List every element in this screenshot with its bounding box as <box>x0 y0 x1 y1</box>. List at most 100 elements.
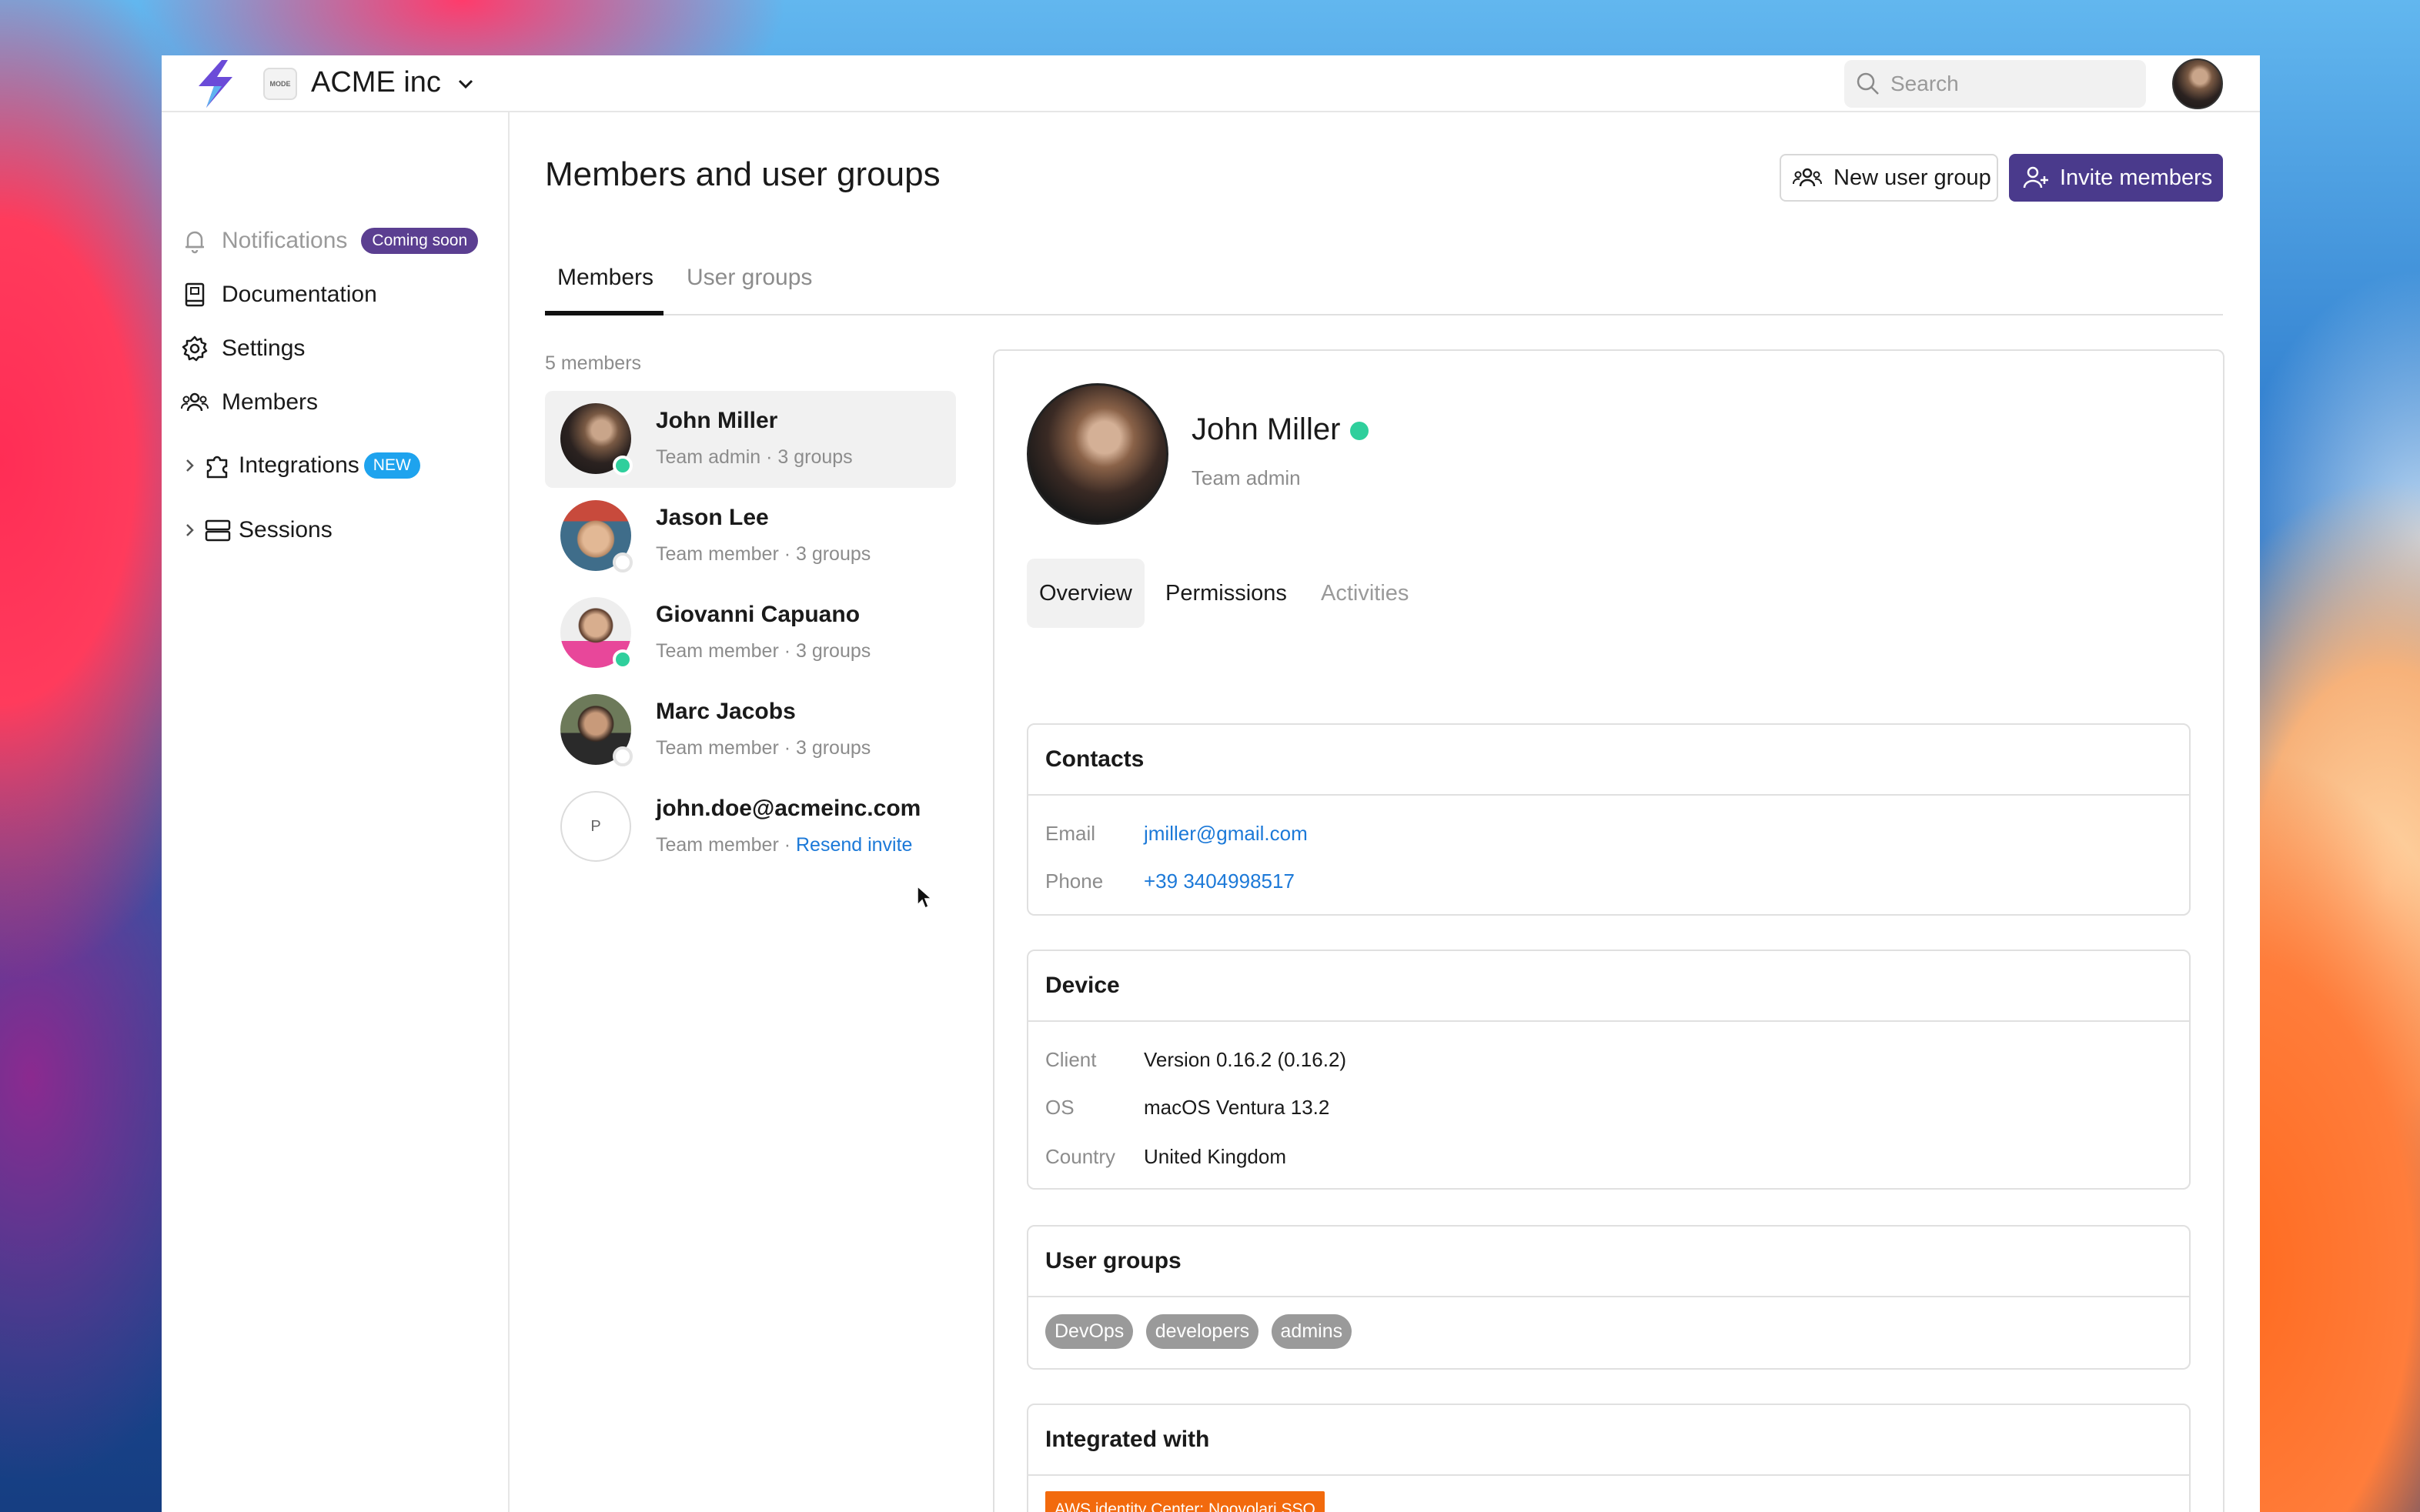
member-row-john-miller[interactable]: John Miller Team admin · 3 groups <box>545 391 956 488</box>
chevron-right-icon[interactable] <box>180 521 199 539</box>
status-online-dot <box>1350 422 1369 440</box>
card-title: User groups <box>1028 1227 2189 1297</box>
new-user-group-label: New user group <box>1833 165 1991 190</box>
phone-row: Phone +39 3404998517 <box>1045 869 1295 893</box>
sidebar-item-members[interactable]: Members <box>180 383 318 422</box>
chevron-down-icon[interactable] <box>454 72 477 95</box>
org-icon[interactable]: MODE <box>263 68 297 100</box>
client-row: Client Version 0.16.2 (0.16.2) <box>1045 1048 1346 1072</box>
member-name: john.doe@acmeinc.com <box>656 796 921 821</box>
member-row-giovanni-capuano[interactable]: Giovanni Capuano Team member · 3 groups <box>545 585 956 682</box>
sidebar-item-settings[interactable]: Settings <box>180 329 305 368</box>
tab-members[interactable]: Members <box>557 265 653 291</box>
status-online-dot <box>613 649 633 669</box>
new-user-group-button[interactable]: New user group <box>1780 154 1998 202</box>
member-detail-role: Team admin <box>1192 466 1301 489</box>
user-avatar[interactable] <box>2172 58 2223 109</box>
server-icon <box>205 519 231 542</box>
sidebar-item-documentation[interactable]: Documentation <box>180 275 377 314</box>
sidebar-item-integrations[interactable]: Integrations NEW <box>180 446 420 485</box>
sidebar-item-sessions[interactable]: Sessions <box>180 511 333 549</box>
phone-link[interactable]: +39 3404998517 <box>1144 869 1295 893</box>
member-role-text: Team member · <box>656 834 796 856</box>
member-name: Jason Lee <box>656 505 769 530</box>
member-role: Team member · Resend invite <box>656 834 912 856</box>
os-row: OS macOS Ventura 13.2 <box>1045 1096 1329 1120</box>
integrated-with-card: Integrated with AWS identity Center: Noo… <box>1027 1404 2191 1512</box>
member-name: John Miller <box>656 408 778 433</box>
sidebar-item-label: Members <box>222 389 319 415</box>
member-row-marc-jacobs[interactable]: Marc Jacobs Team member · 3 groups <box>545 682 956 779</box>
group-tag[interactable]: admins <box>1271 1314 1352 1349</box>
country-value: United Kingdom <box>1144 1145 1286 1168</box>
member-name: Marc Jacobs <box>656 699 796 724</box>
member-role: Team admin · 3 groups <box>656 446 853 468</box>
chevron-right-icon[interactable] <box>180 456 199 475</box>
group-tag[interactable]: developers <box>1145 1314 1259 1349</box>
bell-icon <box>186 231 204 254</box>
avatar <box>560 694 633 766</box>
sidebar-item-notifications[interactable]: Notifications Coming soon <box>180 222 479 260</box>
tab-activities[interactable]: Activities <box>1309 559 1421 628</box>
avatar <box>560 500 633 572</box>
sidebar-item-label: Sessions <box>239 517 333 542</box>
group-tags: DevOps developers admins <box>1045 1314 1361 1349</box>
users-icon <box>181 392 209 412</box>
email-label: Email <box>1045 822 1096 845</box>
card-title: Device <box>1028 951 2189 1022</box>
sidebar-item-label: Documentation <box>222 282 377 307</box>
os-value: macOS Ventura 13.2 <box>1144 1096 1330 1119</box>
invite-members-button[interactable]: Invite members <box>2009 154 2223 202</box>
active-tab-indicator <box>545 311 663 315</box>
search-icon <box>1857 72 1879 95</box>
search-placeholder: Search <box>1890 72 1959 95</box>
top-bar: MODE ACME inc Search <box>162 55 2260 112</box>
avatar <box>560 403 633 476</box>
status-online-dot <box>613 456 633 476</box>
member-avatar-large <box>1027 383 1168 525</box>
client-label: Client <box>1045 1048 1097 1071</box>
member-row-pending-invite[interactable]: P john.doe@acmeinc.com Team member · Res… <box>545 779 956 876</box>
group-tag[interactable]: DevOps <box>1045 1314 1134 1349</box>
invite-members-label: Invite members <box>2060 165 2213 190</box>
member-role: Team member · 3 groups <box>656 737 871 759</box>
org-name[interactable]: ACME inc <box>311 66 441 99</box>
status-offline-dot <box>613 552 633 572</box>
new-badge: NEW <box>363 452 420 479</box>
email-link[interactable]: jmiller@gmail.com <box>1144 822 1308 845</box>
member-role: Team member · 3 groups <box>656 640 871 662</box>
card-title: Integrated with <box>1028 1405 2189 1476</box>
member-detail-panel: John Miller Team admin Overview Permissi… <box>993 349 2224 1512</box>
resend-invite-link[interactable]: Resend invite <box>796 834 912 856</box>
arrow-cursor-icon <box>917 885 933 910</box>
search-input[interactable]: Search <box>1844 60 2146 108</box>
contacts-card: Contacts Email jmiller@gmail.com Phone +39… <box>1027 723 2191 916</box>
tab-overview[interactable]: Overview <box>1027 559 1145 628</box>
sidebar: Notifications Coming soon Documentation … <box>162 112 510 1512</box>
member-count: 5 members <box>545 352 642 374</box>
app-window: MODE ACME inc Search Notifications Comin… <box>162 55 2260 1512</box>
country-row: Country United Kingdom <box>1045 1145 1286 1169</box>
app-logo-icon[interactable] <box>196 60 242 108</box>
tab-user-groups[interactable]: User groups <box>687 265 812 291</box>
user-plus-icon <box>2023 166 2048 189</box>
phone-label: Phone <box>1045 869 1104 893</box>
member-detail-name: John Miller <box>1192 412 1341 446</box>
sidebar-item-label: Notifications <box>222 228 348 253</box>
status-offline-dot <box>613 746 633 766</box>
page-title: Members and user groups <box>545 155 941 193</box>
card-title: Contacts <box>1028 725 2189 796</box>
coming-soon-badge: Coming soon <box>361 228 479 254</box>
tabs-divider <box>545 314 2223 315</box>
client-value: Version 0.16.2 (0.16.2) <box>1144 1048 1347 1071</box>
gear-icon <box>182 335 208 362</box>
os-label: OS <box>1045 1096 1075 1119</box>
device-card: Device Client Version 0.16.2 (0.16.2) OS m… <box>1027 950 2191 1190</box>
country-label: Country <box>1045 1145 1116 1168</box>
tab-permissions[interactable]: Permissions <box>1153 559 1299 628</box>
integration-badge[interactable]: AWS identity Center: Noovolari SSO <box>1045 1491 1325 1512</box>
member-row-jason-lee[interactable]: Jason Lee Team member · 3 groups <box>545 488 956 585</box>
sidebar-item-label: Settings <box>222 335 306 361</box>
users-icon <box>1793 168 1822 187</box>
avatar <box>560 597 633 669</box>
